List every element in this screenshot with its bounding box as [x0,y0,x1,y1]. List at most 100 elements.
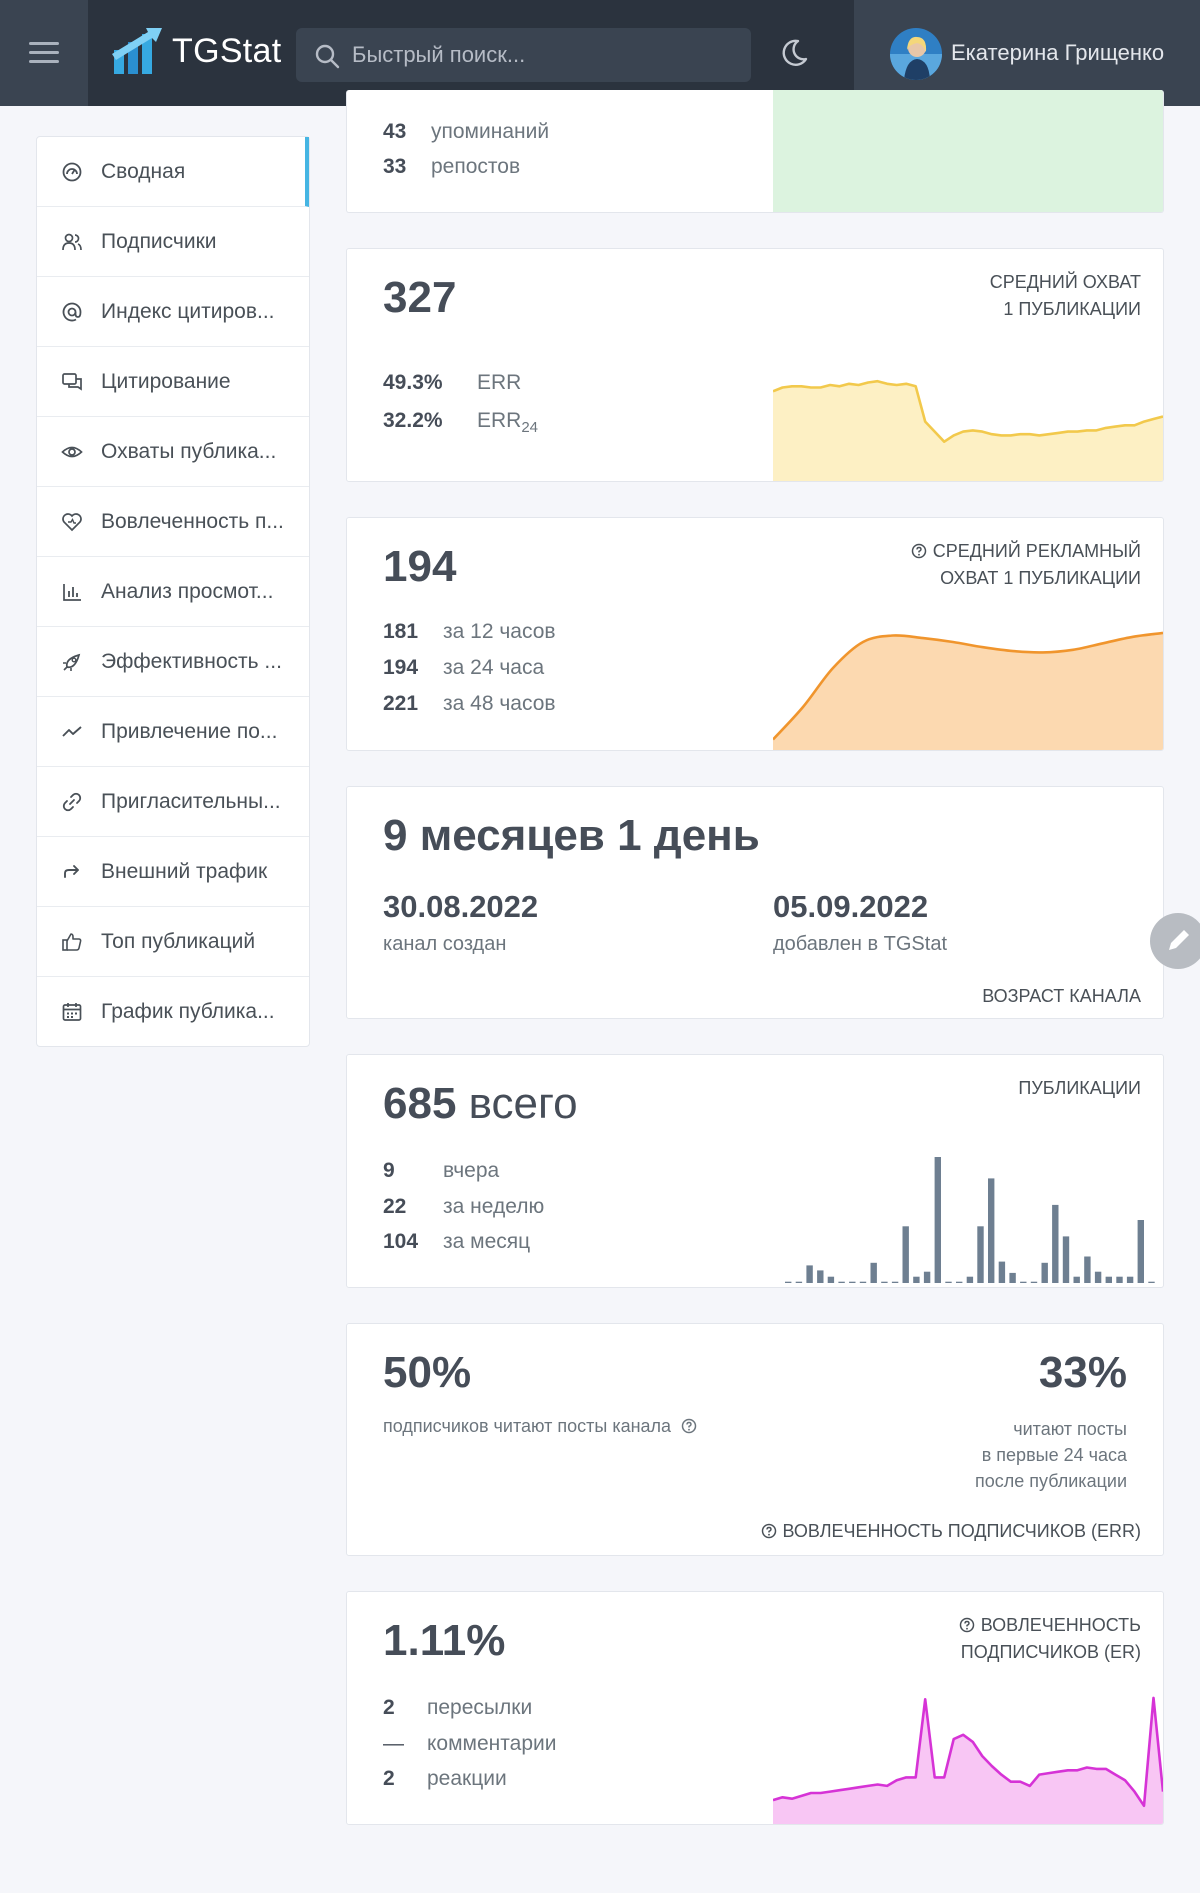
post-count-bar [827,1276,835,1283]
sidebar-item-engagement[interactable]: Вовлеченность п... [37,487,309,557]
bar-chart-icon [63,584,81,601]
err24-row: 32.2% ERR24 [383,409,538,436]
sidebar-item-label: Пригласительны... [101,789,281,813]
user-name[interactable]: Екатерина Грищенко [951,40,1164,66]
ad-reach-card[interactable]: 194 СРЕДНИЙ РЕКЛАМНЫЙ ОХВАТ 1 ПУБЛИКАЦИИ… [346,517,1164,751]
post-count-bar [859,1281,867,1283]
posts-card[interactable]: 685 всего ПУБЛИКАЦИИ 9 вчера 22 за неделю … [346,1054,1164,1288]
posts-row-label: вчера [443,1159,500,1182]
sidebar-item-posting-schedule[interactable]: График публика... [37,977,309,1046]
ad-reach-row-label: за 12 часов [443,620,556,643]
caption-line: СРЕДНИЙ ОХВАТ [989,272,1141,292]
mentions-label: упоминаний [431,120,550,143]
sidebar-item-citation[interactable]: Цитирование [37,347,309,417]
sidebar-item-attraction[interactable]: Привлечение по... [37,697,309,767]
er-row-label: комментарии [427,1732,557,1755]
err24-value: 32.2% [383,409,443,432]
er-card[interactable]: 1.11% ВОВЛЕЧЕННОСТЬ ПОДПИСЧИКОВ (ER) 2 пе… [346,1591,1164,1825]
mentions-value: 43 [383,120,407,143]
err-card[interactable]: 50% подписчиков читают посты канала 33% … [346,1323,1164,1556]
er-chart [773,1696,1163,1824]
er-row-value: 2 [383,1696,395,1719]
dark-mode-moon-icon[interactable] [778,37,810,69]
post-count-bar [881,1281,888,1283]
err-readers-label-text: подписчиков читают посты канала [383,1416,672,1436]
posts-row-value: 104 [383,1230,419,1253]
help-circle-icon[interactable] [911,543,927,559]
logo[interactable]: TGStat [112,28,282,74]
post-count-bar [1137,1220,1144,1283]
sidebar-item-label: Индекс цитиров... [101,299,275,323]
post-count-bar [1084,1256,1091,1283]
sidebar-item-label: Подписчики [101,229,217,253]
caption-line: ВОВЛЕЧЕННОСТЬ [959,1612,1141,1639]
er-row-value: — [383,1732,404,1755]
channel-age-card[interactable]: 9 месяцев 1 день 30.08.2022 канал создан… [346,786,1164,1019]
posts-row-label: за месяц [443,1230,531,1253]
help-circle-icon[interactable] [761,1523,777,1539]
sidebar-item-views-analysis[interactable]: Анализ просмот... [37,557,309,627]
err-value: 49.3% [383,371,443,394]
hamburger-icon[interactable] [29,42,59,64]
post-count-bar [806,1265,813,1283]
sidebar-item-efficiency[interactable]: Эффективность ... [37,627,309,697]
added-label: добавлен в TGStat [773,933,948,955]
err24-subscript: 24 [521,419,539,437]
avatar[interactable] [890,28,942,80]
average-reach-card[interactable]: 327 СРЕДНИЙ ОХВАТ 1 ПУБЛИКАЦИИ 49.3% ERR … [346,248,1164,482]
post-count-bar [838,1281,845,1283]
sidebar-item-citation-index[interactable]: Индекс цитиров... [37,277,309,347]
sidebar-item-top-posts[interactable]: Топ публикаций [37,907,309,977]
err-caption: ВОВЛЕЧЕННОСТЬ ПОДПИСЧИКОВ (ERR) [761,1518,1141,1545]
edit-button[interactable] [1150,913,1200,969]
sidebar-item-summary[interactable]: Сводная [37,137,309,207]
caption-line: СРЕДНИЙ РЕКЛАМНЫЙ [911,538,1141,565]
err-readers-percent: 50% [383,1348,472,1397]
average-reach-chart [773,379,1163,481]
menu-toggle[interactable] [0,0,88,106]
ad-reach-row: 194 за 24 часа [383,656,544,680]
quick-search[interactable] [296,28,751,82]
err-row: 49.3% ERR [383,371,521,395]
sidebar-item-invite-links[interactable]: Пригласительны... [37,767,309,837]
post-count-bar [1073,1276,1080,1283]
ad-reach-value: 194 [383,542,457,591]
post-count-bar [1020,1281,1027,1283]
logo-text: TGStat [172,31,282,70]
mentions-card: 43 упоминаний 33 репостов [346,90,1164,213]
posts-row-label: за неделю [443,1195,545,1218]
post-count-bar [1052,1204,1059,1283]
ad-reach-chart [773,631,1163,750]
sidebar-item-reach[interactable]: Охваты публика... [37,417,309,487]
trend-icon [62,726,82,737]
post-count-bar [870,1262,877,1283]
ad-reach-row-label: за 48 часов [443,692,556,715]
sidebar-item-label: Анализ просмот... [101,579,274,603]
help-circle-icon[interactable] [681,1418,697,1434]
sidebar-item-subscribers[interactable]: Подписчики [37,207,309,277]
reposts-value: 33 [383,155,407,178]
posts-total-number: 685 [383,1079,457,1128]
post-count-bar [1041,1262,1048,1283]
err24-label: ERR [477,409,522,432]
reposts-row: 33 репостов [383,155,520,179]
err-caption-text: ВОВЛЕЧЕННОСТЬ ПОДПИСЧИКОВ (ERR) [782,1521,1141,1541]
post-count-bar [956,1281,963,1283]
sidebar-item-label: Внешний трафик [101,859,268,883]
err-24h-label-line: после публикации [975,1471,1127,1491]
posts-total: 685 всего [383,1079,578,1129]
post-count-bar [1062,1236,1070,1283]
quote-icon [62,373,82,391]
caption-line: ОХВАТ 1 ПУБЛИКАЦИИ [940,568,1141,588]
post-count-bar [923,1271,931,1283]
sidebar-item-label: Эффективность ... [101,649,282,673]
help-circle-icon[interactable] [959,1617,975,1633]
search-input[interactable] [352,28,732,82]
post-count-bar [1116,1276,1123,1283]
post-count-bar [795,1281,803,1283]
sidebar-item-label: График публика... [101,999,275,1023]
sidebar-item-external-traffic[interactable]: Внешний трафик [37,837,309,907]
pencil-icon [1169,930,1189,950]
err-24h-label-line: в первые 24 часа [981,1445,1127,1465]
post-count-bar [1094,1271,1102,1283]
